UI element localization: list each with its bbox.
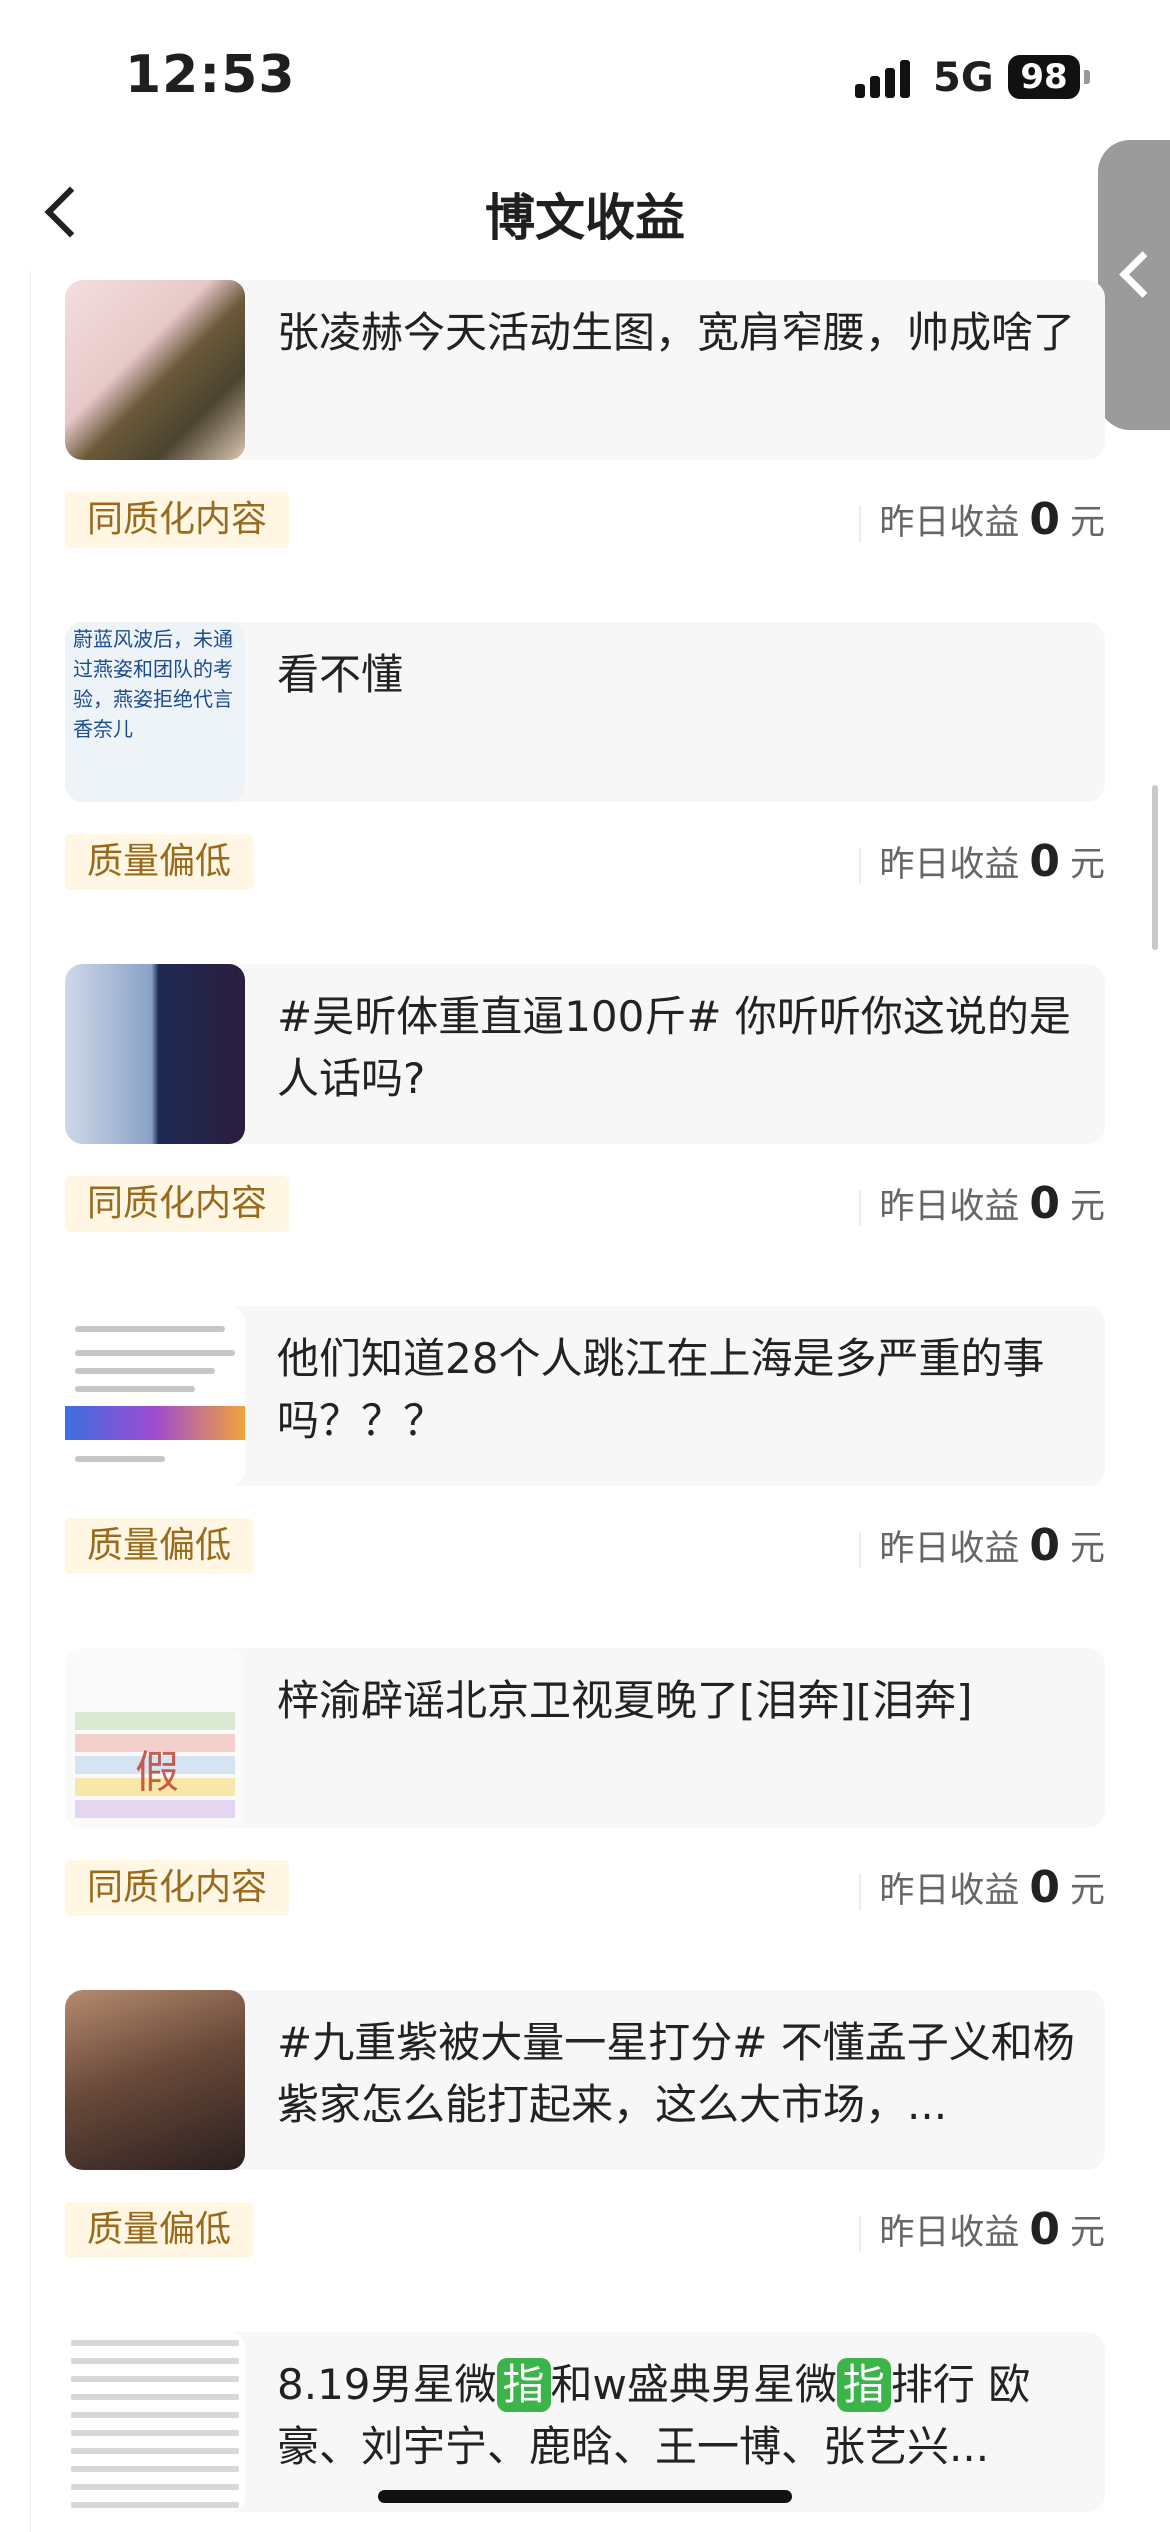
- page-title: 博文收益: [485, 189, 685, 247]
- yesterday-earnings: 昨日收益 0 元: [859, 2198, 1105, 2262]
- yesterday-earnings: 昨日收益 0 元: [859, 1856, 1105, 1920]
- post-card[interactable]: #九重紫被大量一星打分# 不懂孟子义和杨紫家怎么能打起来，这么大市场，...: [65, 1990, 1105, 2170]
- network-type: 5G: [933, 55, 994, 101]
- post-title: 张凌赫今天活动生图，宽肩窄腰，帅成啥了: [277, 308, 1076, 357]
- post-card[interactable]: 张凌赫今天活动生图，宽肩窄腰，帅成啥了: [65, 280, 1105, 460]
- yesterday-earnings: 昨日收益 0 元: [859, 488, 1105, 552]
- nav-bar: 博文收益: [0, 150, 1170, 270]
- status-time: 12:53: [125, 45, 296, 105]
- post-thumbnail: [65, 964, 245, 1144]
- thumbnail-text: 假: [135, 1747, 179, 1798]
- quality-tag: 质量偏低: [65, 834, 254, 890]
- post-thumbnail: [65, 280, 245, 460]
- post-title: #九重紫被大量一星打分# 不懂孟子义和杨紫家怎么能打起来，这么大市场，...: [277, 2018, 1075, 2129]
- post-thumbnail: 蔚蓝风波后，未通过燕姿和团队的考验，燕姿拒绝代言香奈儿: [65, 622, 245, 802]
- post-thumbnail: 假: [65, 1648, 245, 1828]
- post-thumbnail: [65, 1306, 245, 1486]
- yesterday-earnings: 昨日收益 0 元: [859, 830, 1105, 894]
- side-drawer-handle[interactable]: [1098, 140, 1170, 430]
- yesterday-earnings: 昨日收益 0 元: [859, 1514, 1105, 1578]
- home-indicator[interactable]: [378, 2490, 792, 2503]
- post-card[interactable]: 他们知道28个人跳江在上海是多严重的事吗？？？: [65, 1306, 1105, 1486]
- quality-tag: 同质化内容: [65, 492, 290, 548]
- highlight-badge: 指: [496, 2358, 551, 2412]
- post-card[interactable]: #吴昕体重直逼100斤# 你听听你这说的是人话吗?: [65, 964, 1105, 1144]
- post-title: 8.19男星微指和w盛典男星微指排行 欧豪、刘宇宁、鹿晗、王一博、张艺兴...: [277, 2358, 1031, 2471]
- post-title: 梓渝辟谣北京卫视夏晚了[泪奔][泪奔]: [277, 1676, 973, 1725]
- highlight-badge: 指: [836, 2358, 891, 2412]
- quality-tag: 同质化内容: [65, 1860, 290, 1916]
- post-thumbnail: [65, 2332, 245, 2512]
- battery-icon: 98: [1008, 55, 1080, 99]
- post-thumbnail: [65, 1990, 245, 2170]
- post-title: #吴昕体重直逼100斤# 你听听你这说的是人话吗?: [277, 992, 1071, 1103]
- scrollbar[interactable]: [1152, 785, 1158, 950]
- post-card[interactable]: 蔚蓝风波后，未通过燕姿和团队的考验，燕姿拒绝代言香奈儿 看不懂: [65, 622, 1105, 802]
- quality-tag: 同质化内容: [65, 1176, 290, 1232]
- battery-tip: [1084, 70, 1090, 84]
- post-title: 看不懂: [277, 650, 404, 699]
- signal-icon: [855, 58, 915, 98]
- post-card[interactable]: 假 梓渝辟谣北京卫视夏晚了[泪奔][泪奔]: [65, 1648, 1105, 1828]
- status-bar: 12:53 5G 98: [0, 0, 1170, 150]
- thumbnail-text: 蔚蓝风波后，未通过燕姿和团队的考验，燕姿拒绝代言香奈儿: [73, 627, 233, 741]
- post-card[interactable]: 8.19男星微指和w盛典男星微指排行 欧豪、刘宇宁、鹿晗、王一博、张艺兴...: [65, 2332, 1105, 2512]
- post-title: 他们知道28个人跳江在上海是多严重的事吗？？？: [277, 1334, 1045, 1445]
- yesterday-earnings: 昨日收益 0 元: [859, 1172, 1105, 1236]
- quality-tag: 质量偏低: [65, 1518, 254, 1574]
- quality-tag: 质量偏低: [65, 2202, 254, 2258]
